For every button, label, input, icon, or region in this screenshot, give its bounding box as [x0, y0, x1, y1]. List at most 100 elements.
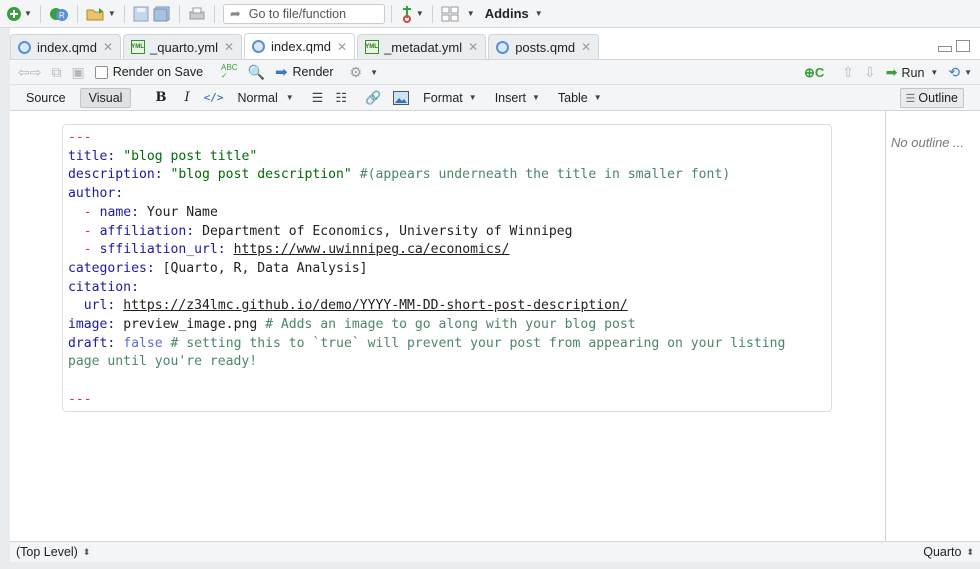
save-icon[interactable]: ▣ [71, 64, 84, 81]
folder-open-icon [86, 7, 104, 20]
save-icon [133, 6, 149, 21]
editor-toolbar: ⇦⇨ ⧉ ▣ Render on Save ABC ✓ 🔍 ➡ Render ⚙ … [10, 60, 980, 85]
chevron-down-icon: ▼ [24, 9, 32, 18]
gear-icon[interactable]: ⚙ [350, 64, 363, 81]
svg-text:R: R [59, 11, 65, 20]
run-label: Run [901, 65, 925, 80]
open-file-button[interactable]: ▼ [84, 3, 118, 25]
run-button[interactable]: ➡ Run ▼ [886, 64, 939, 81]
citation-url-link[interactable]: https://z34lmc.github.io/demo/YYYY-MM-DD… [123, 298, 628, 313]
bullet-list-icon[interactable]: ☰ [312, 90, 324, 106]
format-menu[interactable]: Format ▼ [423, 91, 477, 105]
outline-panel: No outline ... [885, 111, 980, 541]
arrow-up-icon[interactable]: ⇧ [842, 64, 854, 81]
print-icon [189, 7, 205, 19]
close-icon[interactable]: ✕ [468, 40, 478, 54]
chevron-down-icon: ▼ [285, 93, 294, 102]
tab-posts-qmd[interactable]: posts.qmd ✕ [488, 34, 600, 59]
render-on-save-checkbox[interactable] [94, 65, 108, 79]
close-icon[interactable]: ✕ [103, 40, 113, 54]
tab-quarto-yml[interactable]: YML _quarto.yml ✕ [123, 34, 243, 59]
left-gutter [0, 28, 10, 562]
tab-metadat-yml[interactable]: YML _metadat.yml ✕ [357, 34, 487, 59]
link-icon[interactable]: 🔗 [365, 90, 381, 106]
render-button[interactable]: ➡ Render [275, 63, 334, 81]
code-button[interactable]: </> [204, 91, 224, 104]
divider [123, 4, 125, 23]
chevron-down-icon: ▼ [415, 9, 424, 18]
status-bar: (Top Level) ⬍ Quarto ⬍ [10, 541, 980, 562]
quarto-file-icon [496, 40, 510, 54]
format-label: Format [423, 90, 463, 105]
tab-label: _metadat.yml [384, 39, 463, 55]
italic-button[interactable]: I [184, 90, 189, 105]
close-icon[interactable]: ✕ [224, 40, 234, 54]
yaml-file-icon: YML [130, 40, 145, 54]
divider [390, 4, 392, 23]
outline-icon: ☰ [905, 92, 916, 105]
bold-button[interactable]: B [155, 90, 166, 105]
minimize-pane-icon[interactable] [938, 46, 952, 52]
search-icon[interactable]: 🔍 [248, 64, 265, 81]
outline-toggle-button[interactable]: ☰ Outline [899, 88, 964, 108]
table-menu[interactable]: Table ▼ [558, 91, 602, 105]
global-toolbar: ▼ R ▼ ➦ Go to file/function ▼ ▼ Addins ▼ [0, 0, 980, 28]
affiliation-url-link[interactable]: https://www.uwinnipeg.ca/economics/ [234, 242, 510, 257]
new-file-button[interactable]: ▼ [4, 3, 34, 25]
arrow-forward-icon: ➦ [229, 5, 241, 21]
render-label: Render [292, 65, 334, 79]
tab-label: posts.qmd [515, 39, 576, 55]
chevron-down-icon: ▼ [593, 93, 602, 102]
new-project-button[interactable]: R [47, 3, 71, 25]
quarto-file-icon [252, 40, 266, 54]
visual-editor[interactable]: --- title: "blog post title" description… [10, 111, 885, 541]
divider [431, 4, 433, 23]
scope-label: (Top Level) [16, 545, 78, 559]
quarto-file-icon [18, 40, 31, 54]
tab-index-qmd-active[interactable]: index.qmd ✕ [244, 33, 356, 59]
go-to-file-input[interactable]: ➦ Go to file/function [222, 3, 385, 24]
tab-index-qmd-1[interactable]: index.qmd ✕ [10, 34, 122, 59]
scope-selector[interactable]: (Top Level) ⬍ [16, 545, 90, 559]
addins-label: Addins [484, 6, 529, 21]
source-mode-button[interactable]: Source [18, 89, 74, 107]
show-in-window-icon[interactable]: ⧉ [51, 64, 61, 81]
close-icon[interactable]: ✕ [581, 40, 591, 54]
addins-menu[interactable]: Addins ▼ [485, 6, 543, 21]
numbered-list-icon[interactable]: ☷ [335, 90, 347, 106]
image-icon[interactable] [393, 90, 410, 105]
insert-label: Insert [494, 90, 526, 105]
insert-menu[interactable]: Insert ▼ [495, 91, 540, 105]
version-control-button[interactable]: ▼ [398, 3, 426, 25]
save-all-button[interactable] [151, 3, 173, 25]
rerun-icon[interactable]: ⟲ [948, 64, 960, 81]
chevron-down-icon[interactable]: ▼ [370, 68, 378, 77]
divider [178, 4, 180, 23]
maximize-pane-icon[interactable] [956, 40, 970, 52]
render-on-save-label: Render on Save [112, 65, 204, 79]
updown-icon: ⬍ [82, 546, 91, 557]
paragraph-style-label: Normal [237, 90, 278, 105]
divider [213, 4, 215, 23]
back-forward-icon[interactable]: ⇦⇨ [18, 64, 41, 81]
spellcheck-icon[interactable]: ABC ✓ [221, 64, 237, 80]
visual-mode-button[interactable]: Visual [79, 87, 132, 108]
arrow-right-icon: ➡ [274, 64, 288, 81]
close-icon[interactable]: ✕ [337, 40, 347, 54]
editor-tabs: index.qmd ✕ YML _quarto.yml ✕ index.qmd … [10, 33, 980, 60]
save-button[interactable] [131, 3, 151, 25]
document-type-selector[interactable]: Quarto ⬍ [923, 545, 974, 559]
chevron-down-icon: ▼ [930, 68, 939, 77]
paragraph-style-dropdown[interactable]: Normal ▼ [237, 91, 293, 105]
pane-window-controls [938, 40, 970, 52]
arrow-down-icon[interactable]: ⇩ [864, 64, 876, 81]
insert-chunk-icon[interactable]: ⊕C [804, 65, 824, 81]
format-toolbar: Source Visual B I </> Normal ▼ ☰ ☷ 🔗 For… [10, 85, 980, 111]
grid-icon [441, 6, 459, 21]
tab-label: _quarto.yml [150, 39, 218, 55]
print-button[interactable] [186, 3, 208, 25]
divider [76, 4, 78, 23]
pane-layout-button[interactable]: ▼ [439, 3, 477, 25]
yaml-front-matter-block[interactable]: --- title: "blog post title" description… [62, 124, 832, 412]
chevron-down-icon[interactable]: ▼ [964, 68, 972, 77]
